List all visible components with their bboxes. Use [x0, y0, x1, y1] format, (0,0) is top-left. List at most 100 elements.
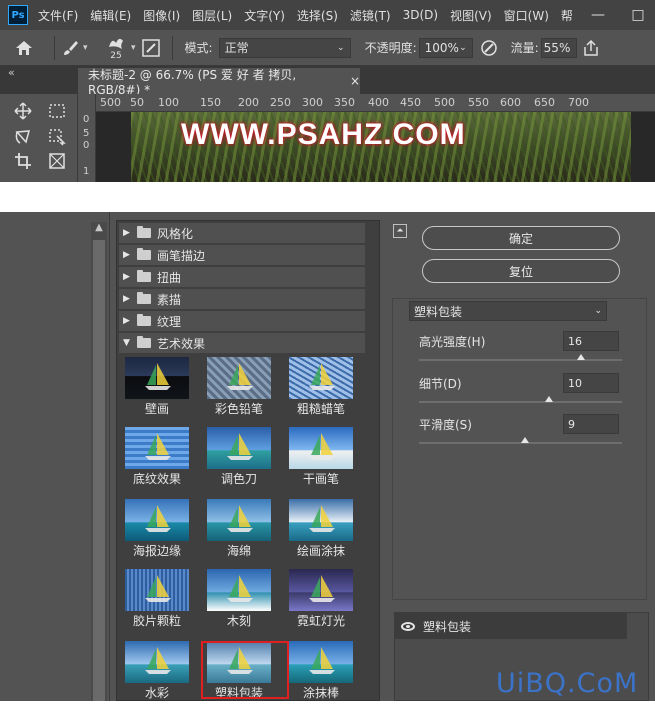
mode-value: 正常 — [224, 41, 249, 55]
scroll-up-arrow-icon[interactable]: ▲ — [91, 222, 107, 236]
reset-button[interactable]: 复位 — [422, 259, 620, 283]
filter-preview-image — [125, 427, 189, 469]
filter-thumbnail[interactable]: 干画笔 — [289, 427, 355, 493]
share-button[interactable] — [577, 39, 605, 56]
home-button[interactable] — [0, 30, 48, 66]
menu-layer[interactable]: 图层(L) — [192, 7, 232, 24]
menu-help[interactable]: 帮 — [561, 7, 573, 24]
filter-thumbnail[interactable]: 涂抹棒 — [289, 641, 355, 707]
ruler-tick: 0 — [83, 114, 90, 125]
sailboat-icon — [145, 575, 171, 602]
slider-thumb[interactable] — [577, 354, 586, 360]
sailboat-icon — [309, 505, 335, 532]
menu-3d[interactable]: 3D(D) — [403, 8, 438, 22]
filter-thumbnail[interactable]: 木刻 — [207, 569, 273, 635]
smoothness-input[interactable]: 9 — [563, 414, 619, 434]
menu-edit[interactable]: 编辑(E) — [90, 7, 131, 24]
preview-scrollbar[interactable]: ▲ — [91, 222, 107, 701]
menu-file[interactable]: 文件(F) — [38, 7, 78, 24]
restore-button[interactable]: □ — [618, 0, 655, 30]
menu-window[interactable]: 窗口(W) — [504, 7, 549, 24]
canvas-area[interactable]: WWW.PSAHZ.COM — [96, 112, 655, 182]
sailboat-icon — [145, 647, 171, 674]
filter-thumbnail[interactable]: 调色刀 — [207, 427, 273, 493]
filter-thumbnail[interactable]: 底纹效果 — [125, 427, 191, 493]
filter-thumbnail[interactable]: 壁画 — [125, 357, 191, 423]
menu-select[interactable]: 选择(S) — [297, 7, 338, 24]
ruler-tick: 100 — [158, 96, 179, 109]
category-stylize[interactable]: ▶ 风格化 — [119, 223, 365, 244]
filter-thumbnail[interactable]: 水彩 — [125, 641, 191, 707]
folder-icon — [137, 270, 151, 282]
object-selection-tool-icon[interactable] — [48, 128, 66, 146]
category-brush-strokes[interactable]: ▶ 画笔描边 — [119, 245, 365, 266]
crop-tool-icon[interactable] — [14, 152, 32, 170]
ok-button[interactable]: 确定 — [422, 226, 620, 250]
category-texture[interactable]: ▶ 纹理 — [119, 311, 365, 332]
slider-thumb[interactable] — [544, 396, 553, 402]
ruler-tick: 650 — [534, 96, 555, 109]
category-sketch[interactable]: ▶ 素描 — [119, 289, 365, 310]
filter-select[interactable]: 塑料包装 ⌄ — [409, 301, 607, 321]
menu-image[interactable]: 图像(I) — [143, 7, 180, 24]
highlight-strength-slider[interactable] — [419, 354, 622, 361]
filter-select-value: 塑料包装 — [414, 304, 463, 319]
scrollbar-thumb[interactable] — [93, 240, 105, 701]
frame-tool-icon[interactable] — [48, 152, 66, 170]
filter-preview-image — [289, 499, 353, 541]
menu-bar: Ps 文件(F) 编辑(E) 图像(I) 图层(L) 文字(Y) 选择(S) 滤… — [0, 0, 655, 30]
sailboat-icon — [145, 363, 171, 390]
brush-size-value: 25 — [110, 50, 122, 61]
ruler-tick: 5 — [83, 128, 90, 139]
preview-pane[interactable]: ▲ — [0, 212, 110, 701]
close-tab-icon[interactable]: × — [350, 74, 360, 88]
filter-preview-image — [125, 357, 189, 399]
smoothness-slider[interactable] — [419, 437, 622, 444]
collapse-gallery-icon[interactable]: ⏶ — [393, 224, 407, 238]
detail-slider[interactable] — [419, 396, 622, 403]
brush-panel-toggle[interactable] — [136, 38, 166, 57]
effect-layer-row[interactable]: 塑料包装 — [395, 613, 627, 639]
filter-thumbnail-label: 调色刀 — [220, 472, 257, 486]
flow-field[interactable]: 55% — [540, 37, 577, 58]
pressure-opacity-button[interactable] — [473, 39, 505, 57]
ruler-tick: 1 — [83, 166, 90, 177]
minimize-button[interactable]: — — [578, 0, 618, 30]
collapse-toolbar-icon[interactable]: « — [8, 66, 15, 79]
category-artistic[interactable]: ▼ 艺术效果 — [119, 333, 365, 354]
eye-icon[interactable] — [401, 621, 415, 631]
brush-size-picker[interactable]: 25 — [101, 35, 131, 61]
move-tool-icon[interactable] — [14, 102, 32, 120]
canvas-watermark-text: WWW.PSAHZ.COM — [181, 118, 466, 151]
filter-thumbnail[interactable]: 彩色铅笔 — [207, 357, 273, 423]
detail-input[interactable]: 10 — [563, 373, 619, 393]
ruler-tick: 450 — [400, 96, 421, 109]
filter-thumbnail[interactable]: 霓虹灯光 — [289, 569, 355, 635]
highlight-strength-input[interactable]: 16 — [563, 331, 619, 351]
menu-type[interactable]: 文字(Y) — [244, 7, 285, 24]
filter-thumbnail-label: 涂抹棒 — [302, 686, 339, 700]
folder-icon — [137, 248, 151, 260]
slider-thumb[interactable] — [520, 437, 529, 443]
filter-thumbnail[interactable]: 海绵 — [207, 499, 273, 565]
document-tab[interactable]: 未标题-2 @ 66.7% (PS 爱 好 者 拷贝, RGB/8#) * × — [78, 68, 360, 97]
opacity-field[interactable]: 100% ⌄ — [418, 37, 473, 58]
category-label: 扭曲 — [157, 270, 182, 285]
marquee-tool-icon[interactable] — [48, 102, 66, 120]
lasso-tool-icon[interactable] — [14, 128, 32, 146]
brush-tool-preset[interactable]: ▾ — [61, 39, 101, 57]
mode-select[interactable]: 正常 ⌄ — [218, 37, 351, 58]
filter-preview-image — [289, 569, 353, 611]
sailboat-icon — [309, 363, 335, 390]
category-label: 画笔描边 — [157, 248, 206, 263]
filter-thumbnail[interactable]: 粗糙蜡笔 — [289, 357, 355, 423]
menu-view[interactable]: 视图(V) — [450, 7, 492, 24]
document-tab-bar: « 未标题-2 @ 66.7% (PS 爱 好 者 拷贝, RGB/8#) * … — [0, 66, 655, 97]
filter-thumbnail[interactable]: 海报边缘 — [125, 499, 191, 565]
highlight-strength-label: 高光强度(H) — [419, 335, 486, 349]
folder-icon — [137, 292, 151, 304]
menu-filter[interactable]: 滤镜(T) — [350, 7, 391, 24]
category-distort[interactable]: ▶ 扭曲 — [119, 267, 365, 288]
filter-thumbnail[interactable]: 胶片颗粒 — [125, 569, 191, 635]
filter-thumbnail[interactable]: 绘画涂抹 — [289, 499, 355, 565]
